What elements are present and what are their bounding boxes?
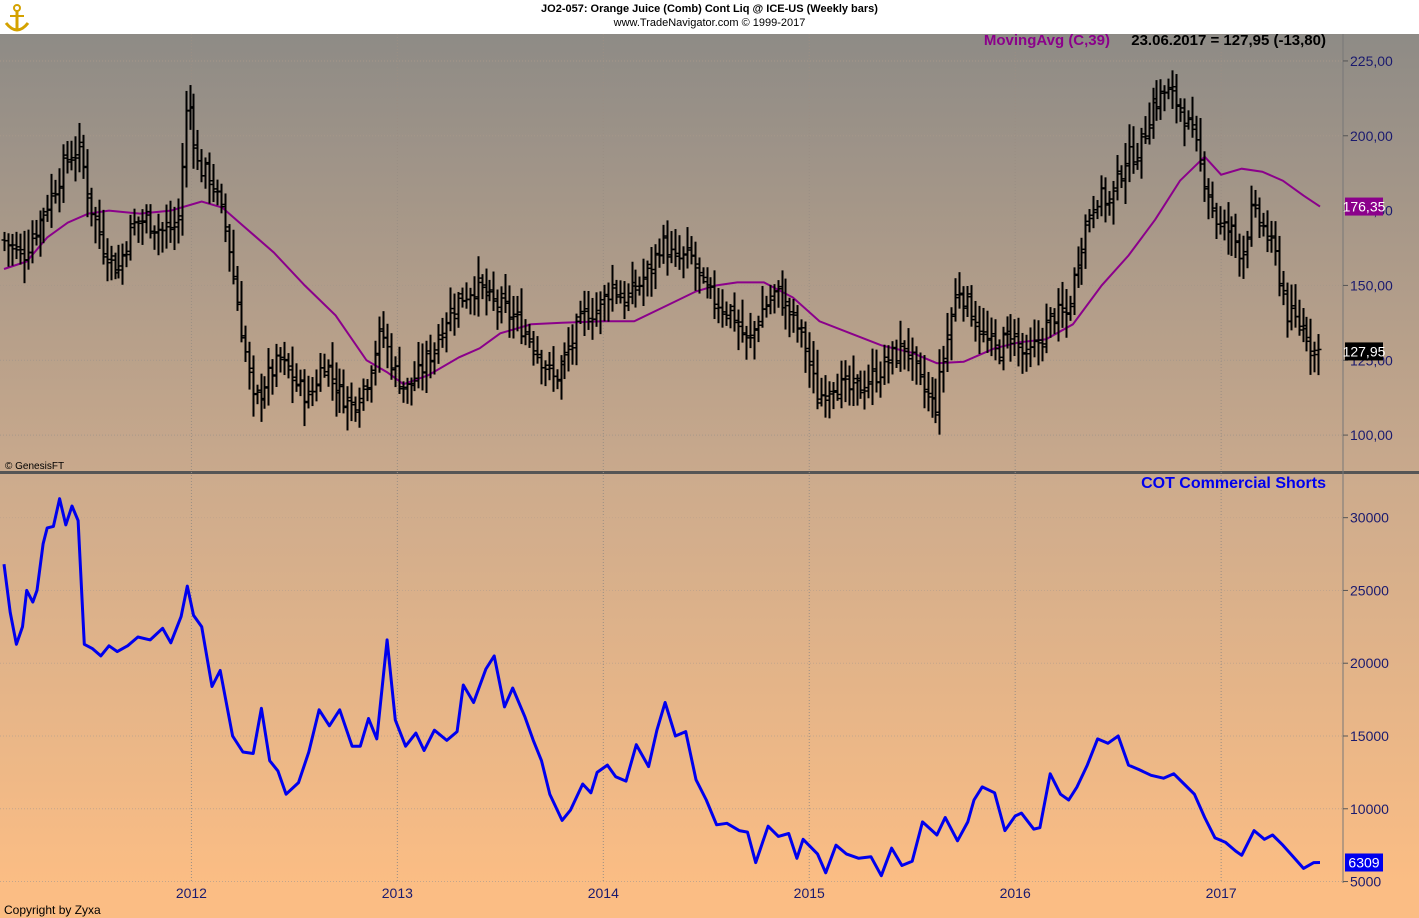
panel-divider <box>0 471 1419 474</box>
cot-legend: COT Commercial Shorts <box>1141 475 1326 492</box>
price-tick-label: 150,00 <box>1350 277 1393 293</box>
x-tick-label: 2013 <box>382 885 413 901</box>
cot-tick-label: 15000 <box>1350 728 1389 744</box>
last-price-label: 127,95 <box>1343 343 1386 359</box>
chart-subtitle: www.TradeNavigator.com © 1999-2017 <box>0 17 1419 29</box>
footer-copyright: Copyright by Zyxa <box>4 903 101 917</box>
x-tick-label: 2017 <box>1206 885 1237 901</box>
chart-window: 201220132014201520162017100,00125,00150,… <box>0 0 1419 918</box>
x-tick-label: 2016 <box>1000 885 1031 901</box>
price-status: 23.06.2017 = 127,95 (-13,80) <box>1131 32 1326 49</box>
cot-tick-label: 10000 <box>1350 801 1389 817</box>
price-tick-label: 100,00 <box>1350 427 1393 443</box>
chart-canvas: 201220132014201520162017100,00125,00150,… <box>0 0 1419 918</box>
x-tick-label: 2015 <box>794 885 825 901</box>
price-tick-label: 200,00 <box>1350 128 1393 144</box>
x-tick-label: 2012 <box>176 885 207 901</box>
cot-tick-label: 30000 <box>1350 510 1389 526</box>
ma-legend: MovingAvg (C,39) <box>984 32 1110 49</box>
x-tick-label: 2014 <box>588 885 619 901</box>
price-panel-bg <box>0 34 1419 472</box>
cot-tick-label: 5000 <box>1350 874 1381 890</box>
chart-title: JO2-057: Orange Juice (Comb) Cont Liq @ … <box>0 3 1419 15</box>
cot-last-value-label: 6309 <box>1348 854 1379 870</box>
ma-last-value-label: 176,35 <box>1343 199 1386 215</box>
cot-tick-label: 25000 <box>1350 582 1389 598</box>
cot-tick-label: 20000 <box>1350 655 1389 671</box>
price-tick-label: 225,00 <box>1350 53 1393 69</box>
genesis-watermark: © GenesisFT <box>5 461 64 472</box>
